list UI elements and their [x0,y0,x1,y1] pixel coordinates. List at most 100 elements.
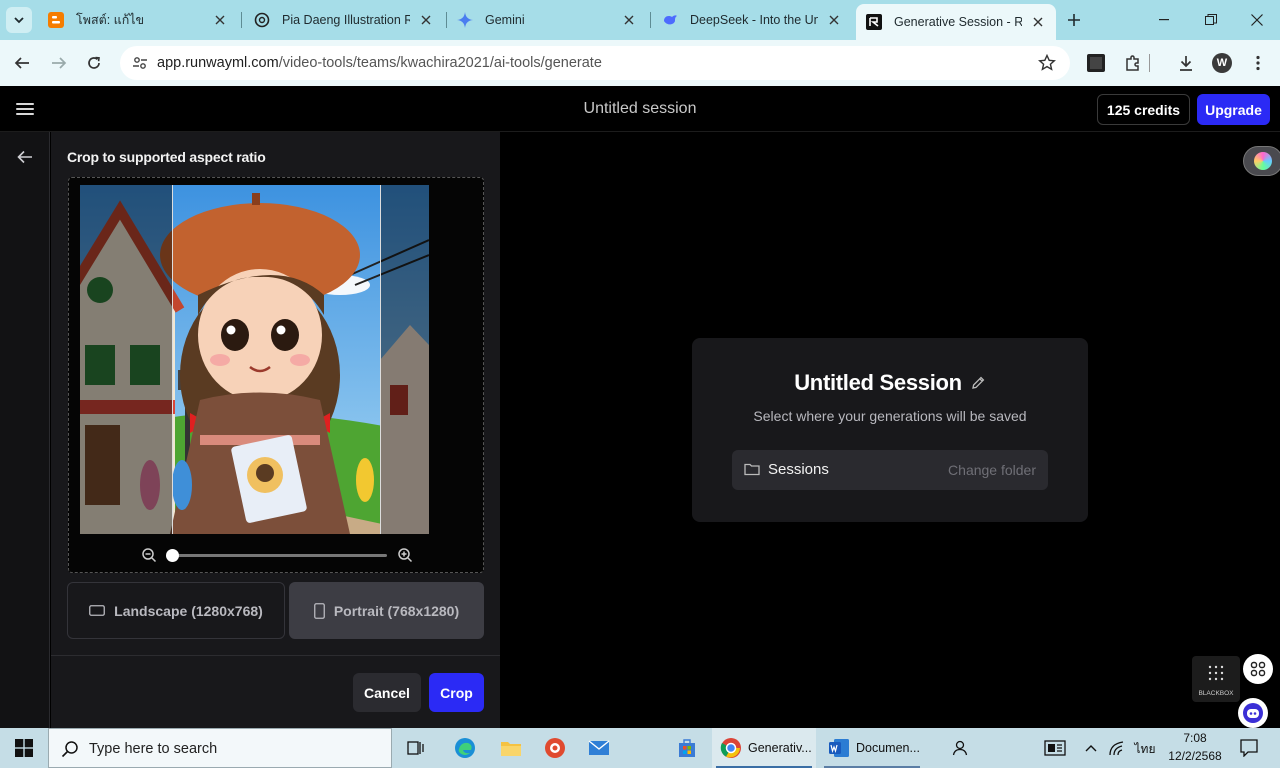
crop-mask-right [381,185,429,534]
puzzle-extensions-icon[interactable] [1121,51,1145,75]
chat-bot-icon [1243,703,1263,723]
crop-mask-left [80,185,172,534]
back-icon[interactable] [10,51,34,75]
blackbox-widget[interactable]: BLACKBOX [1192,656,1240,702]
url-text: app.runwayml.com/video-tools/teams/kwach… [157,55,602,71]
kebab-menu-icon[interactable] [1246,51,1270,75]
browser-tab-deepseek[interactable]: DeepSeek - Into the Unkn [652,4,852,36]
mail-icon[interactable] [584,728,614,768]
forward-icon[interactable] [47,51,71,75]
blogger-icon [48,12,64,28]
crop-button[interactable]: Crop [429,673,484,712]
store-icon[interactable] [672,728,702,768]
assistant-orb-icon [1254,152,1272,170]
assistant-toggle[interactable] [1243,146,1280,176]
taskbar-search[interactable]: Type here to search [48,728,392,768]
landscape-label: Landscape (1280x768) [114,602,263,619]
tray-chevron-up-icon[interactable] [1082,728,1100,768]
blackbox-logo-icon [1208,665,1224,681]
search-icon [61,740,79,763]
tab-separator [241,12,242,28]
credits-button[interactable]: 125 credits [1097,94,1190,125]
chrome-icon [720,737,742,759]
taskbar-app-word[interactable]: Documen... [820,728,924,768]
browser-tab-gemini[interactable]: Gemini [447,4,647,36]
wifi-icon[interactable] [1106,728,1128,768]
zoom-control [141,545,415,565]
crop-panel: Crop to supported aspect ratio Landscape… [51,132,500,728]
landscape-rect-icon [89,605,106,616]
folder-name: Sessions [768,461,829,478]
close-icon[interactable] [1030,14,1046,30]
new-tab-plus-icon[interactable] [1064,10,1084,30]
edge-icon[interactable] [450,728,480,768]
windows-start-icon[interactable] [0,728,48,768]
browser-tab-chatgpt[interactable]: Pia Daeng Illustration Re [244,4,444,36]
apps-grid-button[interactable] [1243,654,1273,684]
browser-tab-runway[interactable]: Generative Session - Run [856,4,1056,40]
cancel-button[interactable]: Cancel [353,673,421,712]
taskbar-app-label: Documen... [856,741,920,755]
browser-tab-blogger[interactable]: โพสต์: แก้ไข [38,4,238,36]
notification-center-icon[interactable] [1234,728,1264,768]
language-indicator[interactable]: ไทย [1133,740,1157,759]
tab-title: โพสต์: แก้ไข [76,13,145,27]
landscape-ratio-button[interactable]: Landscape (1280x768) [67,582,285,639]
profile-avatar[interactable]: W [1210,51,1234,75]
clock-time[interactable]: 7:08 [1160,731,1230,745]
zoom-slider[interactable] [166,549,387,562]
close-icon[interactable] [212,12,228,28]
session-title[interactable]: Untitled session [0,100,1280,118]
change-folder-link[interactable]: Change folder [948,462,1036,478]
close-icon[interactable] [826,12,842,28]
tab-title: Generative Session - Run [894,15,1022,29]
download-icon[interactable] [1174,51,1198,75]
clock-date[interactable]: 12/2/2568 [1160,749,1230,763]
tab-separator [650,12,651,28]
bookmark-star-icon[interactable] [1038,53,1056,77]
zoom-in-icon[interactable] [397,547,413,563]
profile-initial: W [1212,53,1232,73]
browser-tab-strip: โพสต์: แก้ไข Pia Daeng Illustration Re G… [0,0,1280,40]
chat-bot-button[interactable] [1238,698,1268,728]
chatgpt-icon [254,12,270,28]
session-card-title: Untitled Session [794,370,962,395]
reload-icon[interactable] [82,51,106,75]
browser-toolbar: app.runwayml.com/video-tools/teams/kwach… [0,40,1280,86]
taskbar-app-chrome[interactable]: Generativ... [712,728,816,768]
gemini-icon [457,12,473,28]
runway-icon [866,14,882,30]
word-icon [828,738,850,758]
close-icon[interactable] [621,12,637,28]
pencil-edit-icon[interactable] [970,375,986,391]
restore-icon[interactable] [1188,0,1234,40]
folder-selector[interactable]: Sessions Change folder [732,450,1048,490]
address-bar[interactable]: app.runwayml.com/video-tools/teams/kwach… [120,46,1070,80]
portrait-ratio-button[interactable]: Portrait (768x1280) [289,582,484,639]
zoom-out-icon[interactable] [141,547,157,563]
minimize-icon[interactable] [1142,0,1188,40]
news-widget-icon[interactable] [1040,728,1070,768]
upgrade-button[interactable]: Upgrade [1197,94,1270,125]
close-icon[interactable] [418,12,434,28]
site-settings-icon[interactable] [130,53,150,73]
window-close-icon[interactable] [1234,0,1280,40]
session-card-subtitle: Select where your generations will be sa… [753,408,1027,424]
crop-panel-title: Crop to supported aspect ratio [67,149,266,165]
tab-title: Gemini [485,13,525,27]
crop-selection-box[interactable] [172,185,381,534]
tab-search-button[interactable] [6,7,32,33]
extension-dark-icon[interactable] [1084,51,1108,75]
file-explorer-icon[interactable] [496,728,526,768]
photo-app-icon[interactable] [540,728,570,768]
back-arrow-icon[interactable] [14,146,36,168]
people-icon[interactable] [946,728,972,768]
apps-grid-icon [1250,661,1266,677]
task-view-icon[interactable] [402,728,430,768]
tab-title: Pia Daeng Illustration Re [282,13,410,27]
app-header: Untitled session 125 credits Upgrade [0,87,1280,132]
folder-icon [744,462,760,481]
portrait-rect-icon [313,602,325,619]
crop-area[interactable] [68,177,484,573]
zoom-slider-thumb[interactable] [166,549,179,562]
